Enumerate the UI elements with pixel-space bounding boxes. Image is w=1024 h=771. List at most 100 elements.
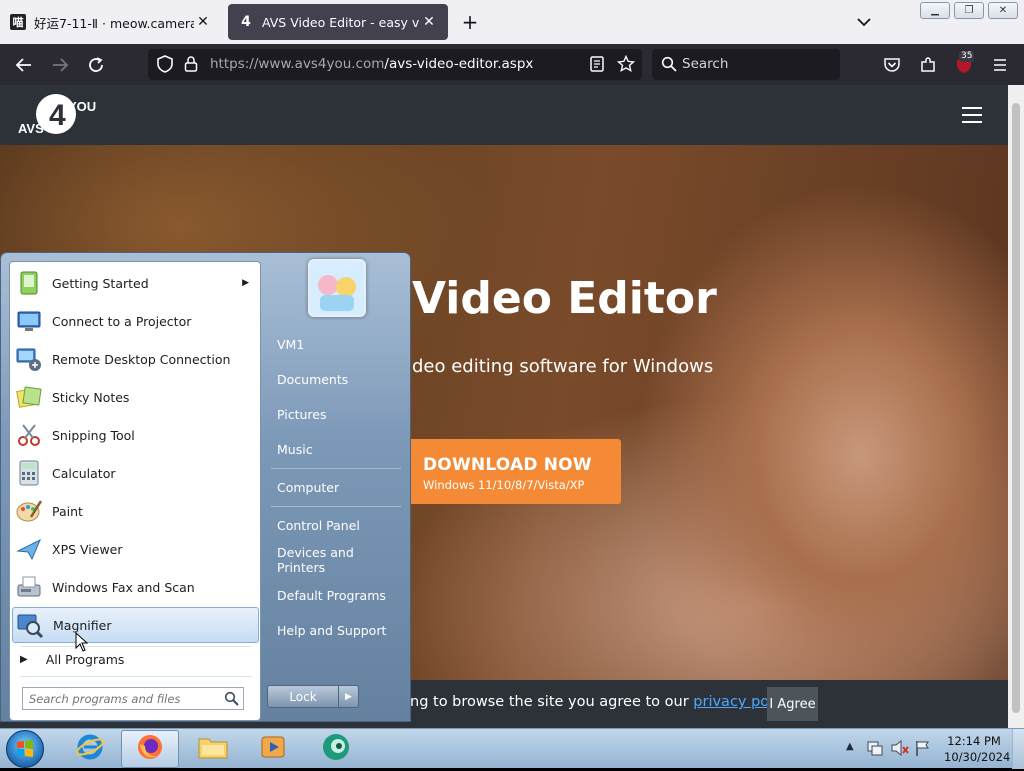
calculator-icon: [14, 458, 44, 488]
taskbar-windows-explorer[interactable]: [184, 730, 242, 768]
bookmark-star-icon[interactable]: [615, 53, 637, 75]
action-center-icon[interactable]: [866, 739, 884, 761]
download-button-label: DOWNLOAD NOW: [423, 455, 592, 475]
search-placeholder: Search: [682, 56, 729, 72]
hero-subtitle: deo editing software for Windows: [412, 356, 714, 377]
start-right-item-pictures[interactable]: Pictures: [269, 401, 403, 427]
program-sticky-notes[interactable]: Sticky Notes: [12, 379, 259, 415]
program-remote-desktop[interactable]: Remote Desktop Connection: [12, 341, 259, 377]
program-getting-started[interactable]: Getting Started ▶: [12, 265, 259, 301]
start-menu-programs-pane: Getting Started ▶ Connect to a Projector…: [9, 261, 261, 721]
taskbar-firefox[interactable]: [121, 730, 179, 768]
download-now-button[interactable]: DOWNLOAD NOW Windows 11/10/8/7/Vista/XP: [408, 439, 621, 504]
program-connect-to-projector[interactable]: Connect to a Projector: [12, 303, 259, 339]
search-icon: [658, 53, 680, 75]
lock-icon[interactable]: [180, 53, 202, 75]
close-window-button[interactable]: ✕: [988, 2, 1018, 19]
taskbar: ▲ 12:14 PM 10/30/2024: [0, 728, 1024, 769]
clock-date: 10/30/2024: [944, 750, 1011, 764]
start-right-item-documents[interactable]: Documents: [269, 366, 403, 392]
avs4you-logo[interactable]: 4 AVS YOU: [18, 93, 98, 139]
back-arrow-icon[interactable]: [13, 54, 35, 76]
tracking-protection-shield-icon[interactable]: [154, 53, 176, 75]
start-search-box[interactable]: [22, 687, 244, 710]
start-right-item-help-and-support[interactable]: Help and Support: [269, 617, 403, 643]
tab-meow-camera[interactable]: 喵 好运7-11-Ⅱ · meow.camera ✕: [0, 4, 222, 40]
extensions-puzzle-icon[interactable]: [917, 54, 939, 76]
program-magnifier[interactable]: Magnifier: [12, 607, 259, 643]
program-paint[interactable]: Paint: [12, 493, 259, 529]
new-tab-plus-icon[interactable]: +: [458, 10, 482, 34]
media-player-icon: [258, 732, 288, 766]
app-menu-hamburger-icon[interactable]: [989, 54, 1011, 76]
paint-palette-icon: [14, 496, 44, 526]
lock-split-button: Lock ▶: [267, 685, 359, 708]
start-right-item-default-programs[interactable]: Default Programs: [269, 582, 403, 608]
show-hidden-icons-arrow-icon[interactable]: ▲: [846, 741, 854, 752]
tab-strip: 喵 好运7-11-Ⅱ · meow.camera ✕ 4 AVS Video E…: [0, 0, 1024, 44]
shutdown-options-arrow-icon[interactable]: ▶: [339, 685, 359, 708]
close-tab-icon[interactable]: ✕: [420, 14, 438, 30]
start-right-item-computer[interactable]: Computer: [269, 474, 403, 500]
program-snipping-tool[interactable]: Snipping Tool: [12, 417, 259, 453]
program-windows-fax-and-scan[interactable]: Windows Fax and Scan: [12, 569, 259, 605]
list-all-tabs-chevron-icon[interactable]: [852, 12, 876, 32]
firefox-icon: [135, 732, 165, 766]
projector-icon: [14, 306, 44, 336]
all-programs-button[interactable]: ▶ All Programs: [20, 652, 124, 667]
logo-avs: AVS: [18, 121, 44, 136]
search-bar[interactable]: Search: [652, 49, 840, 80]
tab-title: 好运7-11-Ⅱ · meow.camera: [34, 15, 194, 31]
volume-muted-icon[interactable]: [890, 739, 910, 761]
site-menu-hamburger-icon[interactable]: [962, 107, 982, 123]
lock-button[interactable]: Lock: [267, 685, 339, 708]
reload-icon[interactable]: [85, 54, 107, 76]
tab-title: AVS Video Editor - easy video e: [262, 14, 420, 30]
meow-camera-favicon-icon: 喵: [10, 14, 26, 30]
taskbar-media-player[interactable]: [244, 730, 302, 768]
address-bar[interactable]: https://www.avs4you.com/avs-video-editor…: [148, 49, 642, 80]
scrollbar-thumb[interactable]: [1012, 103, 1020, 713]
avs4you-favicon-icon: 4: [241, 14, 251, 30]
start-right-item-control-panel[interactable]: Control Panel: [269, 512, 403, 538]
taskbar-clock[interactable]: 12:14 PM 10/30/2024: [944, 733, 1011, 765]
xps-viewer-icon: [14, 534, 44, 564]
page-scrollbar[interactable]: [1008, 85, 1024, 728]
minimize-button[interactable]: ▁: [920, 2, 950, 19]
start-right-item-devices-and-printers[interactable]: Devices and Printers: [269, 545, 403, 575]
search-separator: [20, 676, 252, 677]
internet-explorer-icon: [75, 732, 105, 766]
sticky-notes-icon: [14, 382, 44, 412]
restore-button[interactable]: ❐: [954, 2, 984, 19]
remote-desktop-icon: [14, 344, 44, 374]
scissors-icon: [14, 420, 44, 450]
start-orb-windows-icon[interactable]: [6, 730, 44, 768]
user-account-picture[interactable]: [308, 259, 366, 317]
reader-view-icon[interactable]: [586, 53, 608, 75]
close-tab-icon[interactable]: ✕: [194, 14, 212, 30]
network-flag-icon[interactable]: [914, 739, 932, 761]
logo-number: 4: [49, 99, 66, 132]
taskbar-internet-explorer[interactable]: [61, 730, 119, 768]
taskbar-app-green[interactable]: [307, 730, 365, 768]
start-right-item-music[interactable]: Music: [269, 436, 403, 462]
hero-title: Video Editor: [412, 273, 717, 324]
start-search-input[interactable]: [23, 688, 213, 710]
program-xps-viewer[interactable]: XPS Viewer: [12, 531, 259, 567]
clock-time: 12:14 PM: [947, 734, 1001, 748]
window-controls: ▁ ❐ ✕: [920, 2, 1018, 19]
i-agree-button[interactable]: I Agree: [767, 687, 818, 721]
mouse-cursor-icon: [75, 631, 89, 652]
url-text[interactable]: https://www.avs4you.com/avs-video-editor…: [210, 56, 533, 72]
program-calculator[interactable]: Calculator: [12, 455, 259, 491]
tab-avs-video-editor[interactable]: 4 AVS Video Editor - easy video e ✕: [228, 4, 448, 40]
pocket-icon[interactable]: [881, 54, 903, 76]
site-header: 4 AVS YOU: [0, 85, 1008, 145]
search-magnifier-icon[interactable]: [224, 691, 239, 706]
submenu-arrow-icon: ▶: [242, 278, 249, 288]
start-right-item-user[interactable]: VM1: [269, 331, 403, 357]
show-desktop-button[interactable]: [1012, 729, 1024, 769]
forward-arrow-icon[interactable]: [49, 54, 71, 76]
programs-separator: [20, 646, 252, 647]
green-app-icon: [320, 731, 352, 767]
